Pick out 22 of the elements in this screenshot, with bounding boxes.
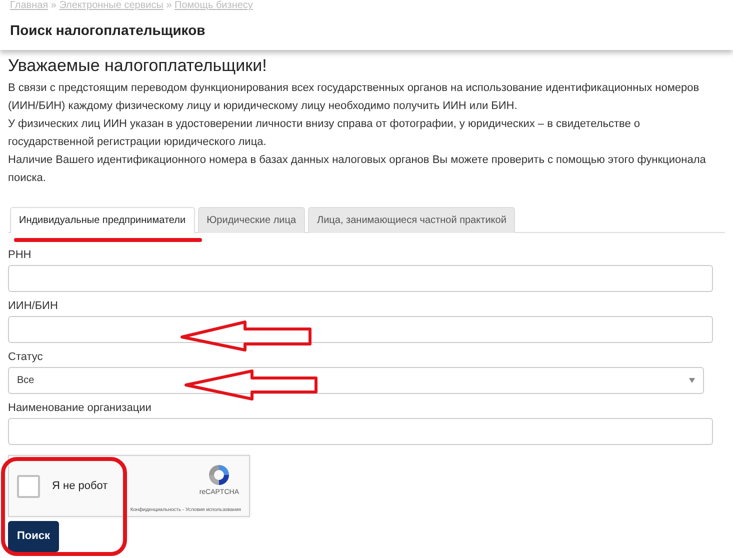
intro-paragraph: У физических лиц ИИН указан в удостоверении личности внизу справа от фотографии, у юридических – в свидетельстве о государственной регистрации юридического лица. — [8, 117, 642, 150]
tab[interactable]: Индивидуальные предприниматели — [10, 207, 195, 234]
field-label: Статус — [8, 351, 43, 364]
intro-paragraph: В связи с предстоящим переводом функционирования всех государственных органов на использование идентификационных номеров (ИИН/БИН) каждому физическому лицу и юридическому лицу необходимо получить ИИН или БИН. — [8, 81, 700, 114]
caret-icon — [689, 378, 695, 384]
input-field[interactable] — [8, 316, 713, 344]
field-label: РНН — [8, 249, 32, 262]
field-label: Наименование организации — [8, 402, 152, 416]
input-field[interactable] — [8, 418, 713, 446]
tab[interactable]: Лица, занимающиеся частной практикой — [308, 207, 516, 234]
breadcrumb-separator: » — [165, 0, 173, 11]
captcha-label: Я не робот — [52, 479, 108, 494]
page-title: Поиск налогоплательщиков — [10, 21, 206, 40]
search-button[interactable]: Поиск — [8, 521, 60, 552]
intro-paragraph: Наличие Вашего идентификационного номера в базах данных налоговых органов Вы можете проверить с помощью этого функционала поиска. — [8, 153, 707, 186]
intro-heading: Уважаемые налогоплательщики! — [8, 56, 268, 76]
field-label: ИИН/БИН — [8, 300, 58, 314]
tab[interactable]: Юридические лица — [198, 207, 306, 234]
breadcrumb-separator: » — [50, 0, 58, 11]
captcha-checkbox[interactable] — [17, 474, 40, 498]
status-dropdown[interactable]: Все — [8, 367, 704, 394]
input-field[interactable] — [8, 265, 713, 292]
